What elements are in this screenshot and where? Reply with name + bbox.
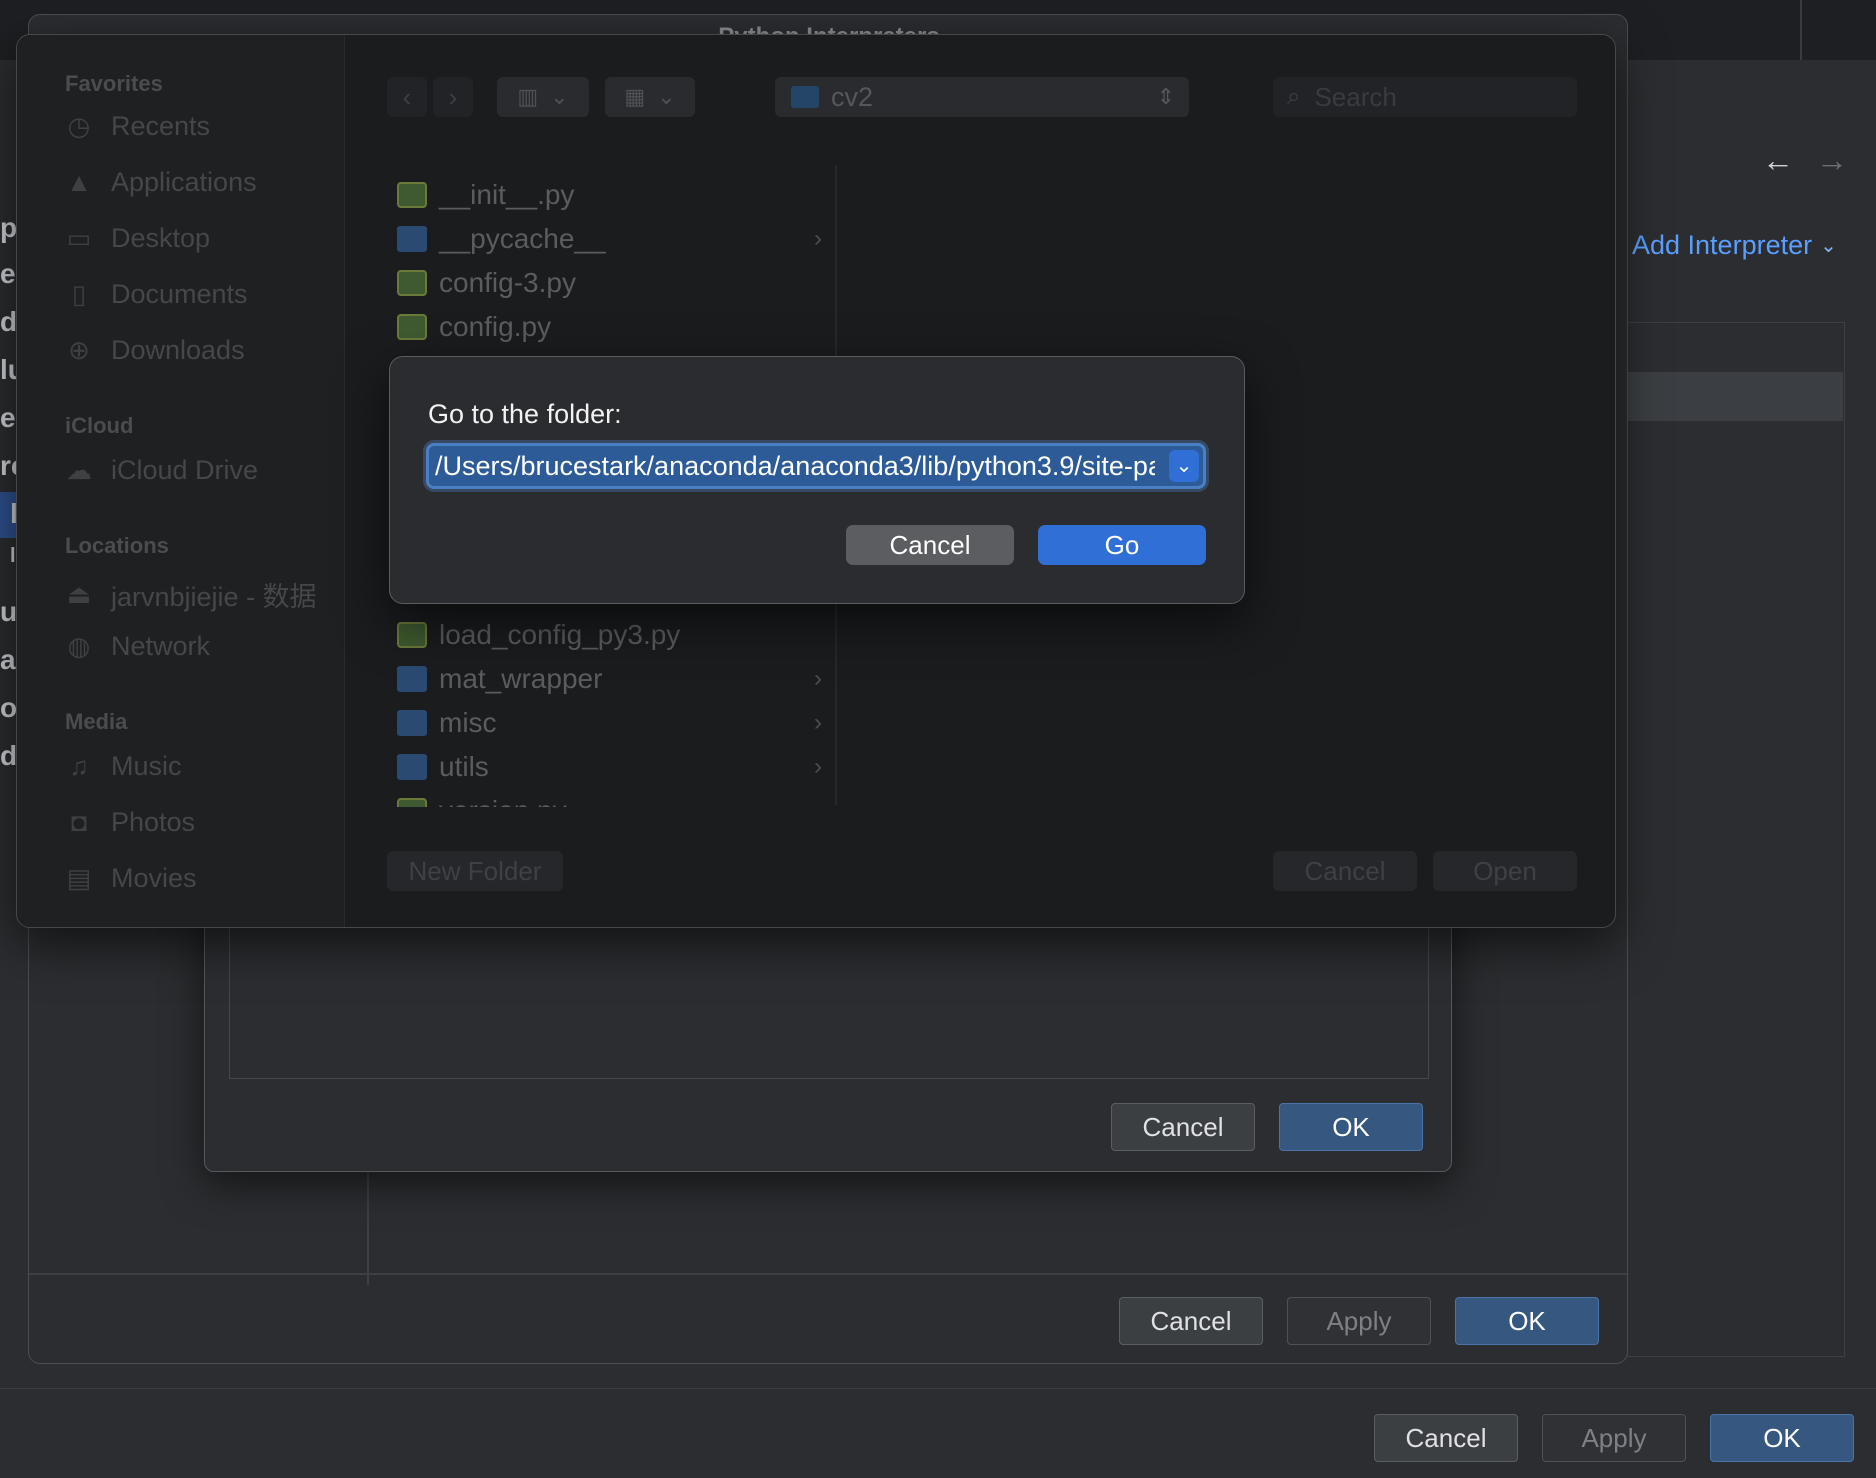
inner-cancel-button[interactable]: Cancel [1111,1103,1255,1151]
interpreters-apply-button[interactable]: Apply [1287,1297,1431,1345]
folder-icon [397,710,427,736]
list-item[interactable]: __pycache__ › [397,219,822,259]
list-item[interactable]: __init__.py [397,175,822,215]
folder-icon [397,754,427,780]
file-name: config-3.py [439,267,576,298]
interpreters-footer-divider [29,1273,1627,1275]
python-file-icon [397,182,427,208]
file-name: version.py [439,795,567,807]
package-table-header [1600,323,1843,373]
chevron-right-icon: › [814,709,822,736]
python-file-icon [397,622,427,648]
interpreters-cancel-button[interactable]: Cancel [1119,1297,1263,1345]
add-interpreter-link[interactable]: Add Interpreter ⌄ [1632,230,1837,261]
python-file-icon [397,798,427,807]
settings-ok-button[interactable]: OK [1710,1414,1854,1462]
goto-go-button[interactable]: Go [1038,525,1206,565]
list-item[interactable]: config-3.py [397,263,822,303]
package-table-row-selected[interactable] [1600,373,1843,421]
list-item[interactable]: load_config_py3.py [397,615,822,655]
list-item[interactable]: mat_wrapper › [397,659,822,699]
fragment-text: d [0,740,18,771]
folder-icon [397,666,427,692]
forward-arrow-icon[interactable]: → [1816,142,1848,179]
file-name: __pycache__ [439,223,606,254]
list-clip: version.py [397,791,822,807]
python-file-icon [397,270,427,296]
file-name: utils [439,751,489,782]
goto-folder-dialog: Go to the folder: /Users/brucestark/anac… [389,356,1245,604]
folder-icon [397,226,427,252]
python-file-icon [397,314,427,340]
fragment-text: l [10,545,16,567]
goto-history-dropdown[interactable]: ⌄ [1169,450,1199,482]
goto-label: Go to the folder: [428,399,622,429]
chooser-open-button[interactable]: Open [1433,851,1577,891]
back-arrow-icon[interactable]: ← [1762,142,1794,179]
chevron-right-icon: › [814,753,822,780]
chevron-right-icon: › [814,665,822,692]
add-interpreter-label: Add Interpreter [1632,230,1813,260]
list-item[interactable]: config.py [397,307,822,347]
goto-path-field[interactable]: /Users/brucestark/anaconda/anaconda3/lib… [426,443,1206,489]
file-name: __init__.py [439,179,575,210]
chooser-cancel-button[interactable]: Cancel [1273,851,1417,891]
goto-cancel-button[interactable]: Cancel [846,525,1014,565]
fragment-text: p [0,212,18,243]
interpreters-ok-button[interactable]: OK [1455,1297,1599,1345]
goto-path-input[interactable]: /Users/brucestark/anaconda/anaconda3/lib… [435,446,1155,486]
new-folder-button[interactable]: New Folder [387,851,563,891]
settings-apply-button[interactable]: Apply [1542,1414,1686,1462]
file-name: load_config_py3.py [439,619,681,650]
package-table [1600,322,1845,1357]
file-name: config.py [439,311,552,342]
file-name: mat_wrapper [439,663,603,694]
settings-cancel-button[interactable]: Cancel [1374,1414,1518,1462]
settings-divider [1800,0,1802,60]
chevron-down-icon: ⌄ [1175,455,1193,477]
list-item[interactable]: utils › [397,747,822,787]
inner-ok-button[interactable]: OK [1279,1103,1423,1151]
list-item[interactable]: version.py [397,791,822,807]
list-item[interactable]: misc › [397,703,822,743]
chevron-right-icon: › [814,225,822,252]
chevron-down-icon: ⌄ [1820,235,1837,257]
file-name: misc [439,707,497,738]
